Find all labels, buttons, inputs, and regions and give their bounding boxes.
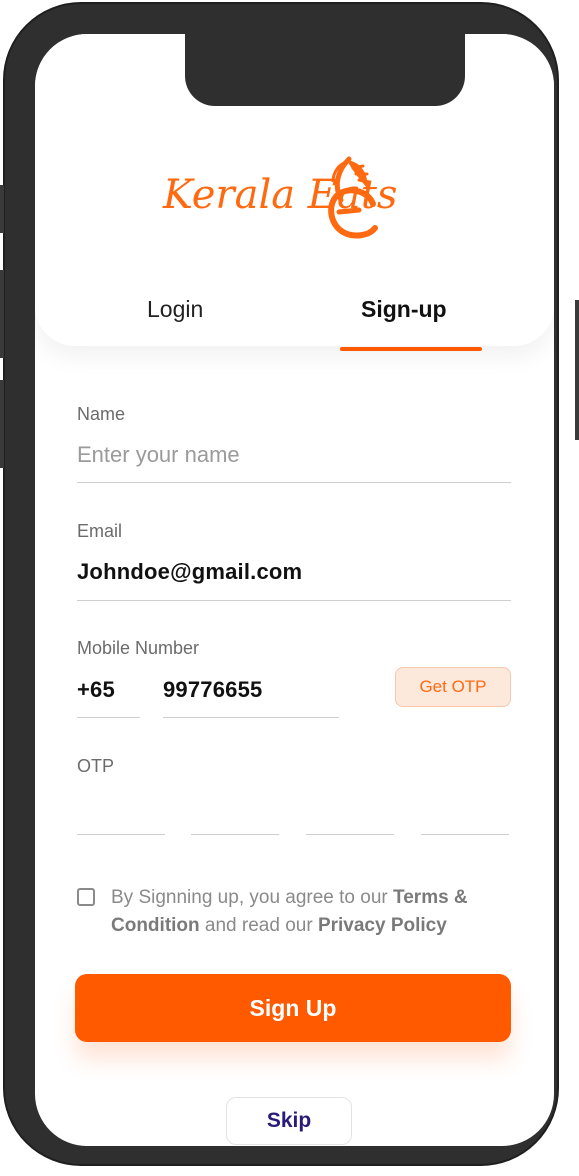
email-underline — [77, 600, 511, 601]
country-code-underline — [77, 717, 140, 718]
mobile-label: Mobile Number — [77, 638, 200, 658]
mobile-input[interactable]: 99776655 — [163, 677, 262, 703]
otp-label: OTP — [77, 756, 115, 776]
otp-digit-1[interactable] — [77, 834, 165, 835]
phone-volume-down — [0, 380, 4, 468]
privacy-link[interactable]: Privacy Policy — [318, 915, 447, 936]
otp-digit-2[interactable] — [191, 834, 279, 835]
country-code-select[interactable]: +65 — [77, 677, 115, 703]
sign-up-button[interactable]: Sign Up — [75, 974, 511, 1042]
tab-signup[interactable]: Sign-up — [361, 296, 447, 323]
skip-button[interactable]: Skip — [226, 1097, 352, 1145]
terms-middle: and read our — [199, 915, 318, 936]
brand-logo: Kerala Eats — [163, 144, 423, 244]
active-tab-indicator — [340, 347, 482, 351]
name-label: Name — [77, 404, 126, 424]
mobile-underline — [163, 717, 339, 718]
app-screen: Kerala Eats Login Sign-up Name Enter you… — [35, 34, 554, 1146]
name-input[interactable]: Enter your name — [77, 442, 240, 468]
phone-mute-switch — [0, 185, 4, 233]
email-input[interactable]: Johndoe@gmail.com — [77, 559, 302, 585]
phone-volume-up — [0, 270, 4, 358]
terms-text: By Signning up, you agree to our Terms &… — [111, 884, 521, 940]
phone-power-button — [575, 300, 579, 440]
terms-prefix: By Signning up, you agree to our — [111, 887, 394, 908]
phone-frame: Kerala Eats Login Sign-up Name Enter you… — [3, 2, 559, 1166]
email-label: Email — [77, 521, 123, 541]
brand-name: Kerala Eats — [163, 172, 397, 218]
otp-digit-3[interactable] — [306, 834, 394, 835]
name-underline — [77, 482, 511, 483]
phone-notch — [185, 34, 465, 106]
get-otp-button[interactable]: Get OTP — [395, 667, 511, 707]
otp-digit-4[interactable] — [421, 834, 509, 835]
terms-checkbox[interactable] — [77, 888, 95, 906]
brand-name-text: Kerala Eats — [163, 172, 398, 218]
tab-login[interactable]: Login — [147, 296, 203, 323]
